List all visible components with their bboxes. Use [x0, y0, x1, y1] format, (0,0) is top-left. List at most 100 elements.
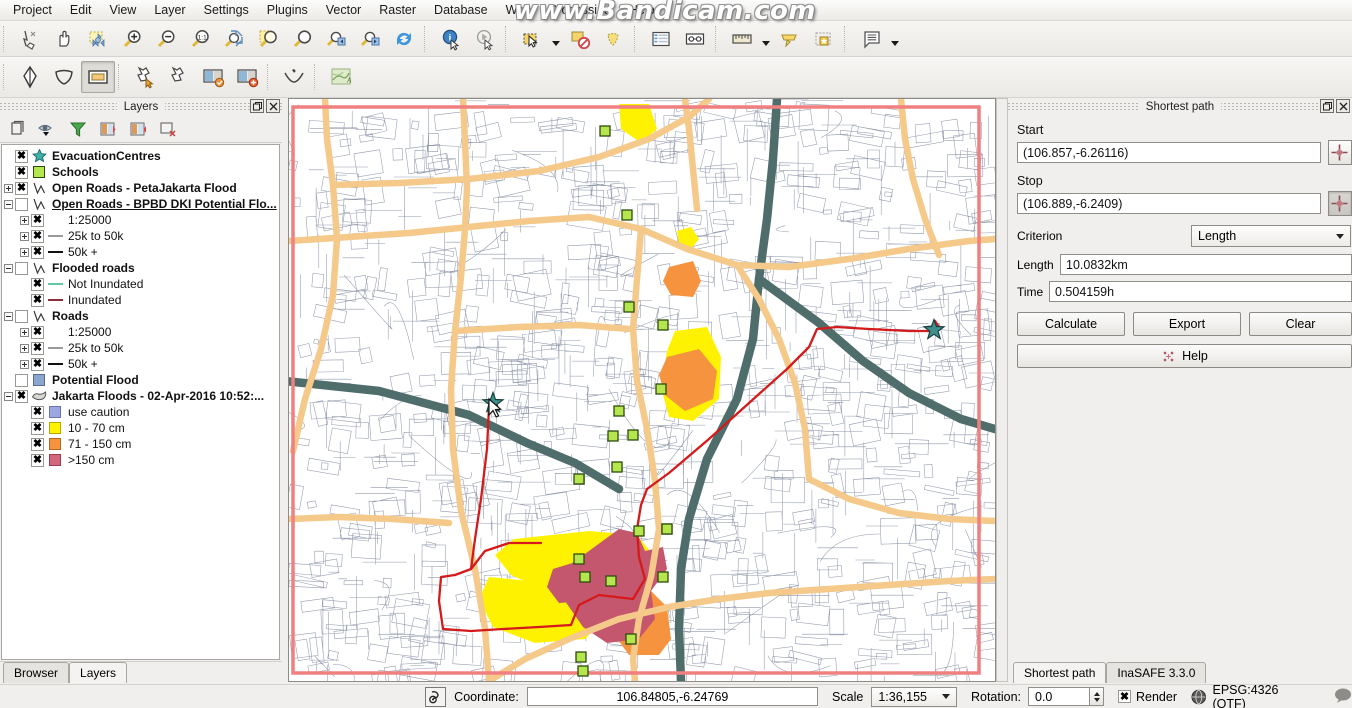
menu-item-vector[interactable]: Vector — [317, 1, 370, 19]
export-button[interactable]: Export — [1133, 312, 1241, 336]
add-raster-layer-icon[interactable] — [162, 61, 196, 93]
layer-tree-row[interactable]: ✖ Schools — [2, 164, 279, 180]
expand-node-icon[interactable] — [18, 324, 31, 340]
school-marker[interactable] — [579, 571, 591, 583]
run-feature-action-icon[interactable] — [468, 23, 502, 55]
layer-tree-row[interactable]: ✖ Inundated — [2, 292, 279, 308]
map-canvas[interactable] — [288, 98, 996, 682]
zoom-out-icon[interactable] — [149, 23, 183, 55]
close-icon[interactable] — [266, 99, 280, 113]
menu-item-edit[interactable]: Edit — [61, 1, 101, 19]
school-marker[interactable] — [657, 571, 669, 583]
layer-visibility-checkbox[interactable] — [15, 197, 28, 211]
layer-tree-row[interactable]: Flooded roads — [2, 260, 279, 276]
layer-visibility-checkbox[interactable]: ✖ — [31, 341, 44, 355]
layer-visibility-checkbox[interactable] — [15, 261, 28, 275]
zoom-to-layer-icon[interactable] — [285, 23, 319, 55]
school-marker[interactable] — [623, 301, 635, 313]
zoom-to-selection-icon[interactable] — [251, 23, 285, 55]
map-graphic[interactable] — [289, 99, 995, 681]
crs-status[interactable]: EPSG:4326 (OTF) — [1191, 683, 1312, 708]
calculate-button[interactable]: Calculate — [1017, 312, 1125, 336]
message-log-icon[interactable] — [1334, 687, 1352, 706]
school-marker[interactable] — [605, 575, 617, 587]
add-group-icon[interactable] — [4, 117, 32, 141]
show-statistics-icon[interactable] — [807, 23, 841, 55]
layer-visibility-checkbox[interactable]: ✖ — [31, 213, 44, 227]
pan-to-selection-icon[interactable] — [81, 23, 115, 55]
tab-layers[interactable]: Layers — [69, 662, 128, 683]
new-spatialite-layer-icon[interactable] — [47, 61, 81, 93]
layer-visibility-checkbox[interactable]: ✖ — [31, 293, 44, 307]
layer-tree-row[interactable]: ✖ 50k + — [2, 356, 279, 372]
layer-tree-row[interactable]: ✖ 50k + — [2, 244, 279, 260]
school-marker[interactable] — [573, 553, 585, 565]
layer-visibility-checkbox[interactable]: ✖ — [15, 165, 28, 179]
collapse-all-icon[interactable] — [124, 117, 152, 141]
menu-item-layer[interactable]: Layer — [145, 1, 194, 19]
layer-visibility-checkbox[interactable]: ✖ — [31, 421, 44, 435]
school-marker[interactable] — [573, 473, 585, 485]
new-vector-layer-icon[interactable] — [13, 61, 47, 93]
layer-visibility-checkbox[interactable] — [15, 309, 28, 323]
layer-tree-row[interactable]: ✖ >150 cm — [2, 452, 279, 468]
map-vertical-scrollbar[interactable] — [996, 98, 1008, 682]
undock-icon[interactable] — [1320, 99, 1334, 113]
layer-tree-row[interactable]: ✖ Not Inundated — [2, 276, 279, 292]
expand-node-icon[interactable] — [2, 180, 15, 196]
new-map-tip-icon[interactable] — [773, 23, 807, 55]
collapse-node-icon[interactable] — [2, 388, 15, 404]
layer-tree-row[interactable]: ✖ 1:25000 — [2, 212, 279, 228]
coordinate-capture-icon[interactable] — [424, 686, 447, 707]
remove-layer-icon[interactable] — [154, 117, 182, 141]
school-marker[interactable] — [621, 209, 633, 221]
select-features-dropdown[interactable] — [549, 23, 563, 55]
zoom-in-icon[interactable] — [115, 23, 149, 55]
zoom-native-icon[interactable]: 1:1 — [183, 23, 217, 55]
open-field-calculator-icon[interactable] — [678, 23, 712, 55]
expand-node-icon[interactable] — [18, 212, 31, 228]
coordinate-value[interactable]: 106.84805,-6.24769 — [526, 687, 819, 706]
expand-node-icon[interactable] — [18, 228, 31, 244]
text-annotation-icon[interactable] — [854, 23, 888, 55]
school-marker[interactable] — [575, 651, 587, 663]
help-button[interactable]: Help — [1017, 344, 1352, 368]
layer-tree-row[interactable]: ✖ EvacuationCentres — [2, 148, 279, 164]
measure-line-icon[interactable] — [725, 23, 759, 55]
layer-visibility-checkbox[interactable]: ✖ — [15, 181, 28, 195]
expand-all-icon[interactable] — [94, 117, 122, 141]
menu-item-processing[interactable]: Processing — [540, 1, 620, 19]
layer-tree[interactable]: ✖ EvacuationCentres ✖ Schools ✖ Open Roads - … — [1, 144, 280, 660]
pan-map-icon[interactable] — [47, 23, 81, 55]
collapse-node-icon[interactable] — [2, 196, 15, 212]
menu-item-database[interactable]: Database — [425, 1, 497, 19]
school-marker[interactable] — [625, 633, 637, 645]
layer-tree-row[interactable]: ✖ Open Roads - PetaJakarta Flood — [2, 180, 279, 196]
filter-legend-icon[interactable] — [64, 117, 92, 141]
rotation-value[interactable]: 0.0 — [1028, 687, 1090, 706]
layer-visibility-checkbox[interactable]: ✖ — [15, 389, 28, 403]
criterion-select[interactable]: Length — [1191, 225, 1351, 247]
menu-item-raster[interactable]: Raster — [370, 1, 425, 19]
layer-visibility-checkbox[interactable]: ✖ — [15, 149, 28, 163]
start-input[interactable]: (106.857,-6.26116) — [1017, 142, 1321, 163]
manage-visibility-icon[interactable] — [34, 117, 62, 141]
school-marker[interactable] — [627, 429, 639, 441]
menu-item-project[interactable]: Project — [4, 1, 61, 19]
clear-button[interactable]: Clear — [1249, 312, 1352, 336]
menu-item-settings[interactable]: Settings — [195, 1, 258, 19]
school-marker[interactable] — [661, 523, 673, 535]
school-marker[interactable] — [655, 383, 667, 395]
menu-item-plugins[interactable]: Plugins — [258, 1, 317, 19]
layer-tree-row[interactable]: ✖ 71 - 150 cm — [2, 436, 279, 452]
layer-visibility-checkbox[interactable]: ✖ — [31, 325, 44, 339]
refresh-icon[interactable] — [387, 23, 421, 55]
menu-item-view[interactable]: View — [100, 1, 145, 19]
openstreetmap-layer-icon[interactable]: A — [324, 61, 358, 93]
layer-visibility-checkbox[interactable]: ✖ — [31, 229, 44, 243]
menu-item-web[interactable]: Web — [497, 1, 540, 19]
expand-node-icon[interactable] — [18, 340, 31, 356]
tab-inasafe-3-3-0[interactable]: InaSAFE 3.3.0 — [1106, 662, 1207, 683]
undock-icon[interactable] — [250, 99, 264, 113]
deselect-features-icon[interactable] — [563, 23, 597, 55]
